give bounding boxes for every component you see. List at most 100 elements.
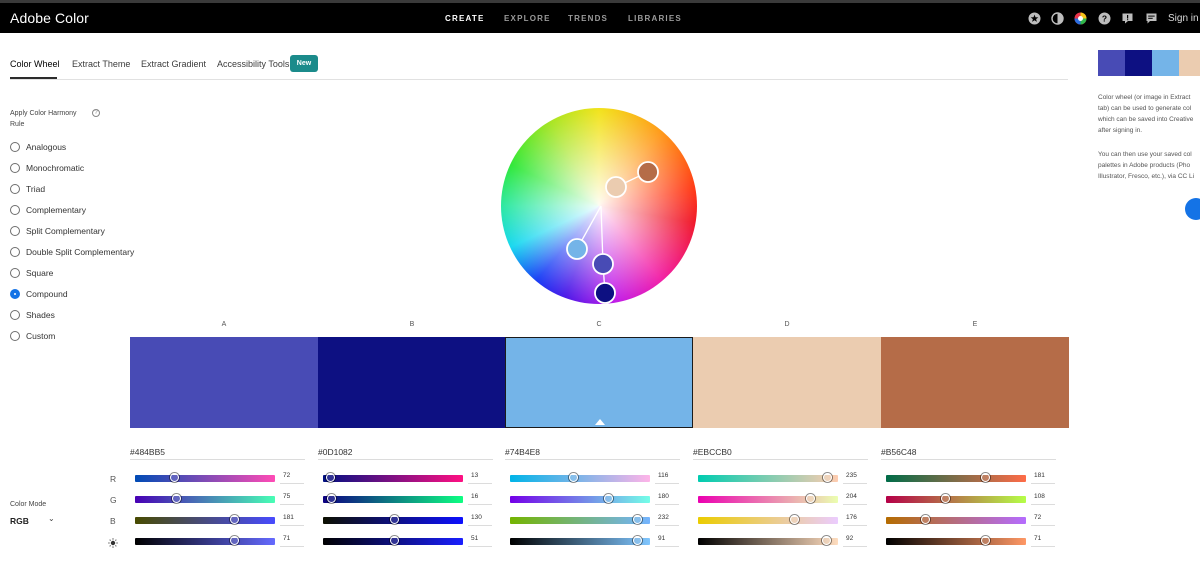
g-value-input[interactable]: 204 bbox=[843, 493, 867, 505]
slider-handle[interactable] bbox=[822, 473, 832, 482]
chat-icon[interactable] bbox=[1145, 12, 1158, 25]
wheel-handle-e[interactable] bbox=[637, 161, 659, 183]
nav-trends[interactable]: TRENDS bbox=[568, 14, 608, 23]
app-logo[interactable]: Adobe Color bbox=[10, 10, 89, 26]
r-slider[interactable] bbox=[323, 473, 463, 482]
harmony-rule-option[interactable]: Double Split Complementary bbox=[10, 245, 134, 259]
b-value-input[interactable]: 72 bbox=[1031, 514, 1055, 526]
hex-input[interactable]: #EBCCB0 bbox=[693, 447, 868, 460]
color-swatch-b[interactable] bbox=[318, 337, 506, 428]
wheel-handle-d[interactable] bbox=[605, 176, 627, 198]
b-value-input[interactable]: 181 bbox=[280, 514, 304, 526]
save-button[interactable] bbox=[1185, 198, 1200, 220]
color-wheel-icon[interactable] bbox=[1074, 12, 1087, 25]
radio-button[interactable] bbox=[10, 310, 20, 320]
slider-handle[interactable] bbox=[171, 494, 181, 503]
r-value-input[interactable]: 235 bbox=[843, 472, 867, 484]
g-slider[interactable] bbox=[135, 494, 275, 503]
sign-in-link[interactable]: Sign in bbox=[1168, 13, 1199, 24]
harmony-help-icon[interactable]: ? bbox=[92, 109, 100, 117]
r-value-input[interactable]: 116 bbox=[655, 472, 679, 484]
nav-explore[interactable]: EXPLORE bbox=[504, 14, 551, 23]
g-slider[interactable] bbox=[510, 494, 650, 503]
color-mode-select[interactable]: RGB bbox=[10, 516, 29, 526]
slider-handle[interactable] bbox=[389, 536, 399, 545]
harmony-rule-option[interactable]: Compound bbox=[10, 287, 68, 301]
tab-extract-gradient[interactable]: Extract Gradient bbox=[141, 59, 206, 69]
wheel-handle-b[interactable] bbox=[594, 282, 616, 304]
slider-handle[interactable] bbox=[632, 536, 642, 545]
slider-handle[interactable] bbox=[980, 536, 990, 545]
harmony-rule-option[interactable]: Split Complementary bbox=[10, 224, 105, 238]
wheel-handle-c[interactable] bbox=[566, 238, 588, 260]
r-slider[interactable] bbox=[886, 473, 1026, 482]
slider-handle[interactable] bbox=[229, 536, 239, 545]
harmony-rule-option[interactable]: Shades bbox=[10, 308, 55, 322]
slider-handle[interactable] bbox=[327, 494, 337, 503]
b-slider[interactable] bbox=[323, 515, 463, 524]
slider-handle[interactable] bbox=[632, 515, 642, 524]
radio-button[interactable] bbox=[10, 268, 20, 278]
radio-button[interactable] bbox=[10, 226, 20, 236]
harmony-rule-option[interactable]: Analogous bbox=[10, 140, 66, 154]
g-value-input[interactable]: 180 bbox=[655, 493, 679, 505]
color-swatch-a[interactable] bbox=[130, 337, 318, 428]
r-value-input[interactable]: 72 bbox=[280, 472, 304, 484]
slider-handle[interactable] bbox=[325, 473, 335, 482]
wheel-handle-a[interactable] bbox=[592, 253, 614, 275]
brightness-slider[interactable] bbox=[886, 536, 1026, 545]
feedback-icon[interactable] bbox=[1121, 12, 1134, 25]
hex-input[interactable]: #484BB5 bbox=[130, 447, 305, 460]
slider-handle[interactable] bbox=[822, 536, 832, 545]
b-slider[interactable] bbox=[886, 515, 1026, 524]
radio-button[interactable] bbox=[10, 184, 20, 194]
harmony-rule-option[interactable]: Triad bbox=[10, 182, 45, 196]
slider-handle[interactable] bbox=[805, 494, 815, 503]
b-slider[interactable] bbox=[698, 515, 838, 524]
brightness-slider[interactable] bbox=[698, 536, 838, 545]
hex-input[interactable]: #B56C48 bbox=[881, 447, 1056, 460]
tab-color-wheel[interactable]: Color Wheel bbox=[10, 59, 60, 69]
color-swatch-d[interactable] bbox=[693, 337, 881, 428]
g-slider[interactable] bbox=[323, 494, 463, 503]
brightness-slider[interactable] bbox=[510, 536, 650, 545]
hex-input[interactable]: #74B4E8 bbox=[505, 447, 680, 460]
g-value-input[interactable]: 108 bbox=[1031, 493, 1055, 505]
harmony-rule-option[interactable]: Monochromatic bbox=[10, 161, 84, 175]
brightness-value-input[interactable]: 71 bbox=[280, 535, 304, 547]
star-icon[interactable] bbox=[1028, 12, 1041, 25]
color-swatch-e[interactable] bbox=[881, 337, 1069, 428]
contrast-icon[interactable] bbox=[1051, 12, 1064, 25]
slider-handle[interactable] bbox=[980, 473, 990, 482]
brightness-value-input[interactable]: 91 bbox=[655, 535, 679, 547]
slider-handle[interactable] bbox=[921, 515, 931, 524]
r-value-input[interactable]: 181 bbox=[1031, 472, 1055, 484]
help-icon[interactable]: ? bbox=[1098, 12, 1111, 25]
harmony-rule-option[interactable]: Complementary bbox=[10, 203, 86, 217]
slider-handle[interactable] bbox=[790, 515, 800, 524]
radio-button[interactable] bbox=[10, 289, 20, 299]
color-swatch-c[interactable] bbox=[505, 337, 693, 428]
radio-button[interactable] bbox=[10, 205, 20, 215]
slider-handle[interactable] bbox=[569, 473, 579, 482]
b-slider[interactable] bbox=[510, 515, 650, 524]
r-slider[interactable] bbox=[510, 473, 650, 482]
radio-button[interactable] bbox=[10, 163, 20, 173]
brightness-slider[interactable] bbox=[323, 536, 463, 545]
g-slider[interactable] bbox=[698, 494, 838, 503]
g-value-input[interactable]: 75 bbox=[280, 493, 304, 505]
brightness-value-input[interactable]: 51 bbox=[468, 535, 492, 547]
brightness-value-input[interactable]: 71 bbox=[1031, 535, 1055, 547]
radio-button[interactable] bbox=[10, 331, 20, 341]
radio-button[interactable] bbox=[10, 142, 20, 152]
hex-input[interactable]: #0D1082 bbox=[318, 447, 493, 460]
tab-extract-theme[interactable]: Extract Theme bbox=[72, 59, 130, 69]
brightness-slider[interactable] bbox=[135, 536, 275, 545]
slider-handle[interactable] bbox=[604, 494, 614, 503]
b-value-input[interactable]: 232 bbox=[655, 514, 679, 526]
slider-handle[interactable] bbox=[170, 473, 180, 482]
brightness-value-input[interactable]: 92 bbox=[843, 535, 867, 547]
g-slider[interactable] bbox=[886, 494, 1026, 503]
tab-accessibility-tools[interactable]: Accessibility Tools bbox=[217, 59, 289, 69]
slider-handle[interactable] bbox=[940, 494, 950, 503]
